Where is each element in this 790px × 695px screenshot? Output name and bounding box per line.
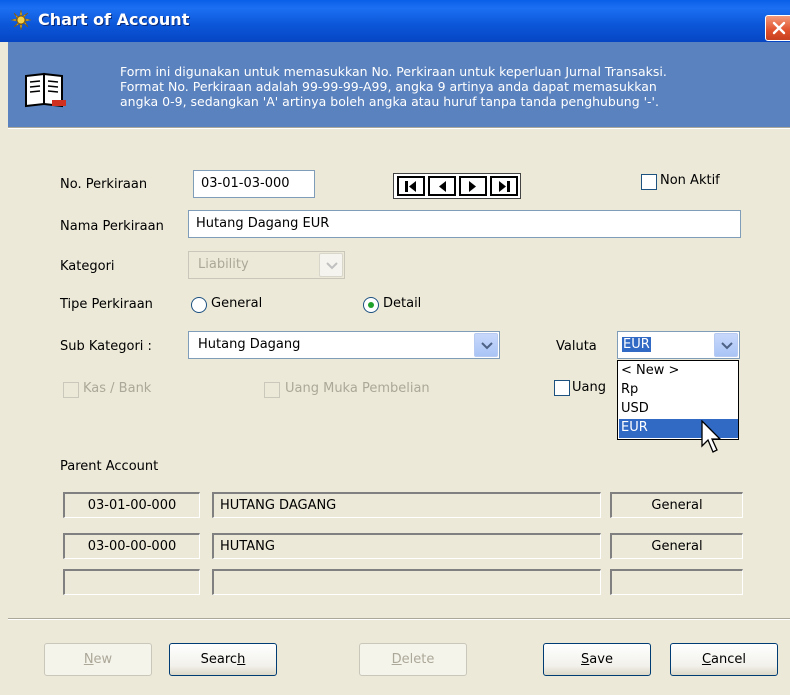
search-label-key: h <box>237 652 246 667</box>
uang-muka-pembelian-checkbox <box>264 382 280 398</box>
chevron-down-icon <box>481 342 493 350</box>
banner-line-1: Form ini digunakan untuk memasukkan No. … <box>120 64 667 79</box>
next-icon <box>469 181 476 192</box>
banner-description: Form ini digunakan untuk memasukkan No. … <box>120 64 785 109</box>
title-bar[interactable]: Chart of Account <box>0 0 790 42</box>
parent-type-field: General <box>610 492 743 518</box>
new-button: New <box>44 643 152 676</box>
valuta-label: Valuta <box>556 339 597 354</box>
kas-bank-checkbox <box>63 382 79 398</box>
new-label-key: N <box>83 652 94 667</box>
chart-of-account-window: Chart of Account Form ini digunakan untu… <box>0 0 790 695</box>
last-icon <box>499 181 510 192</box>
save-label-post: ave <box>589 652 613 667</box>
window-title: Chart of Account <box>38 10 190 29</box>
kategori-label: Kategori <box>60 259 115 274</box>
parent-code-field: 03-01-00-000 <box>63 492 200 518</box>
parent-type-field: General <box>610 533 743 559</box>
delete-button: Delete <box>359 643 467 676</box>
delete-label-post: elete <box>401 652 435 667</box>
tipe-general-label: General <box>211 296 263 311</box>
previous-icon <box>439 181 446 192</box>
parent-code-field <box>63 569 200 595</box>
nama-perkiraan-label: Nama Perkiraan <box>60 219 164 234</box>
nama-perkiraan-input[interactable]: Hutang Dagang EUR <box>188 210 741 238</box>
kas-bank-label: Kas / Bank <box>83 381 152 396</box>
new-label-post: ew <box>93 652 113 667</box>
tipe-detail-radio[interactable] <box>363 297 379 313</box>
non-aktif-checkbox[interactable] <box>641 174 657 190</box>
record-navigator <box>393 173 521 199</box>
valuta-value: EUR <box>622 337 651 352</box>
uang-label: Uang <box>572 380 606 395</box>
tipe-detail-label: Detail <box>383 296 422 311</box>
top-separator <box>8 127 790 129</box>
parent-name-field <box>212 569 601 595</box>
kategori-value: Liability <box>198 257 249 272</box>
delete-label-key: D <box>391 652 402 667</box>
parent-name-field: HUTANG <box>212 533 601 559</box>
tipe-general-radio[interactable] <box>191 297 207 313</box>
parent-name-field: HUTANG DAGANG <box>212 492 601 518</box>
kategori-select: Liability <box>188 251 345 279</box>
uang-checkbox[interactable] <box>554 380 570 396</box>
valuta-option[interactable]: Rp <box>619 381 738 400</box>
no-perkiraan-input[interactable]: 03-01-03-000 <box>193 170 315 198</box>
parent-code-field: 03-00-00-000 <box>63 533 200 559</box>
close-button[interactable] <box>765 15 790 41</box>
bottom-separator <box>8 618 790 620</box>
sub-kategori-dropdown-button[interactable] <box>474 333 498 357</box>
sub-kategori-value: Hutang Dagang <box>198 337 301 352</box>
tipe-perkiraan-label: Tipe Perkiraan <box>60 297 153 312</box>
chevron-down-icon <box>326 262 338 270</box>
info-banner: Form ini digunakan untuk memasukkan No. … <box>8 42 790 127</box>
next-record-button[interactable] <box>459 176 487 196</box>
first-record-button[interactable] <box>397 176 425 196</box>
book-icon <box>25 72 66 108</box>
parent-type-field <box>610 569 743 595</box>
first-icon <box>405 181 416 192</box>
last-record-button[interactable] <box>490 176 518 196</box>
mouse-cursor-icon <box>701 420 722 453</box>
uang-muka-pembelian-label: Uang Muka Pembelian <box>285 381 430 396</box>
banner-line-2: Format No. Perkiraan adalah 99-99-99-A99… <box>120 79 657 94</box>
sub-kategori-select[interactable]: Hutang Dagang <box>188 331 500 359</box>
cancel-label-key: C <box>701 652 712 667</box>
search-button[interactable]: Search <box>169 643 277 676</box>
kategori-dropdown-button <box>319 253 343 277</box>
valuta-option[interactable]: < New > <box>619 362 738 381</box>
non-aktif-label: Non Aktif <box>660 173 720 188</box>
chevron-down-icon <box>721 342 733 350</box>
cancel-button[interactable]: Cancel <box>670 643 778 676</box>
sub-kategori-label: Sub Kategori : <box>60 339 152 354</box>
valuta-select[interactable]: EUR <box>617 331 740 359</box>
close-icon <box>772 21 786 35</box>
app-icon <box>10 9 32 31</box>
banner-line-3: angka 0-9, sedangkan 'A' artinya boleh a… <box>120 94 659 109</box>
save-button[interactable]: Save <box>543 643 651 676</box>
cancel-label-post: ancel <box>711 652 747 667</box>
valuta-option[interactable]: USD <box>619 400 738 419</box>
parent-account-label: Parent Account <box>60 459 159 474</box>
search-label-pre: Searc <box>200 652 238 667</box>
previous-record-button[interactable] <box>428 176 456 196</box>
valuta-dropdown-button[interactable] <box>714 333 738 357</box>
no-perkiraan-label: No. Perkiraan <box>60 177 148 192</box>
